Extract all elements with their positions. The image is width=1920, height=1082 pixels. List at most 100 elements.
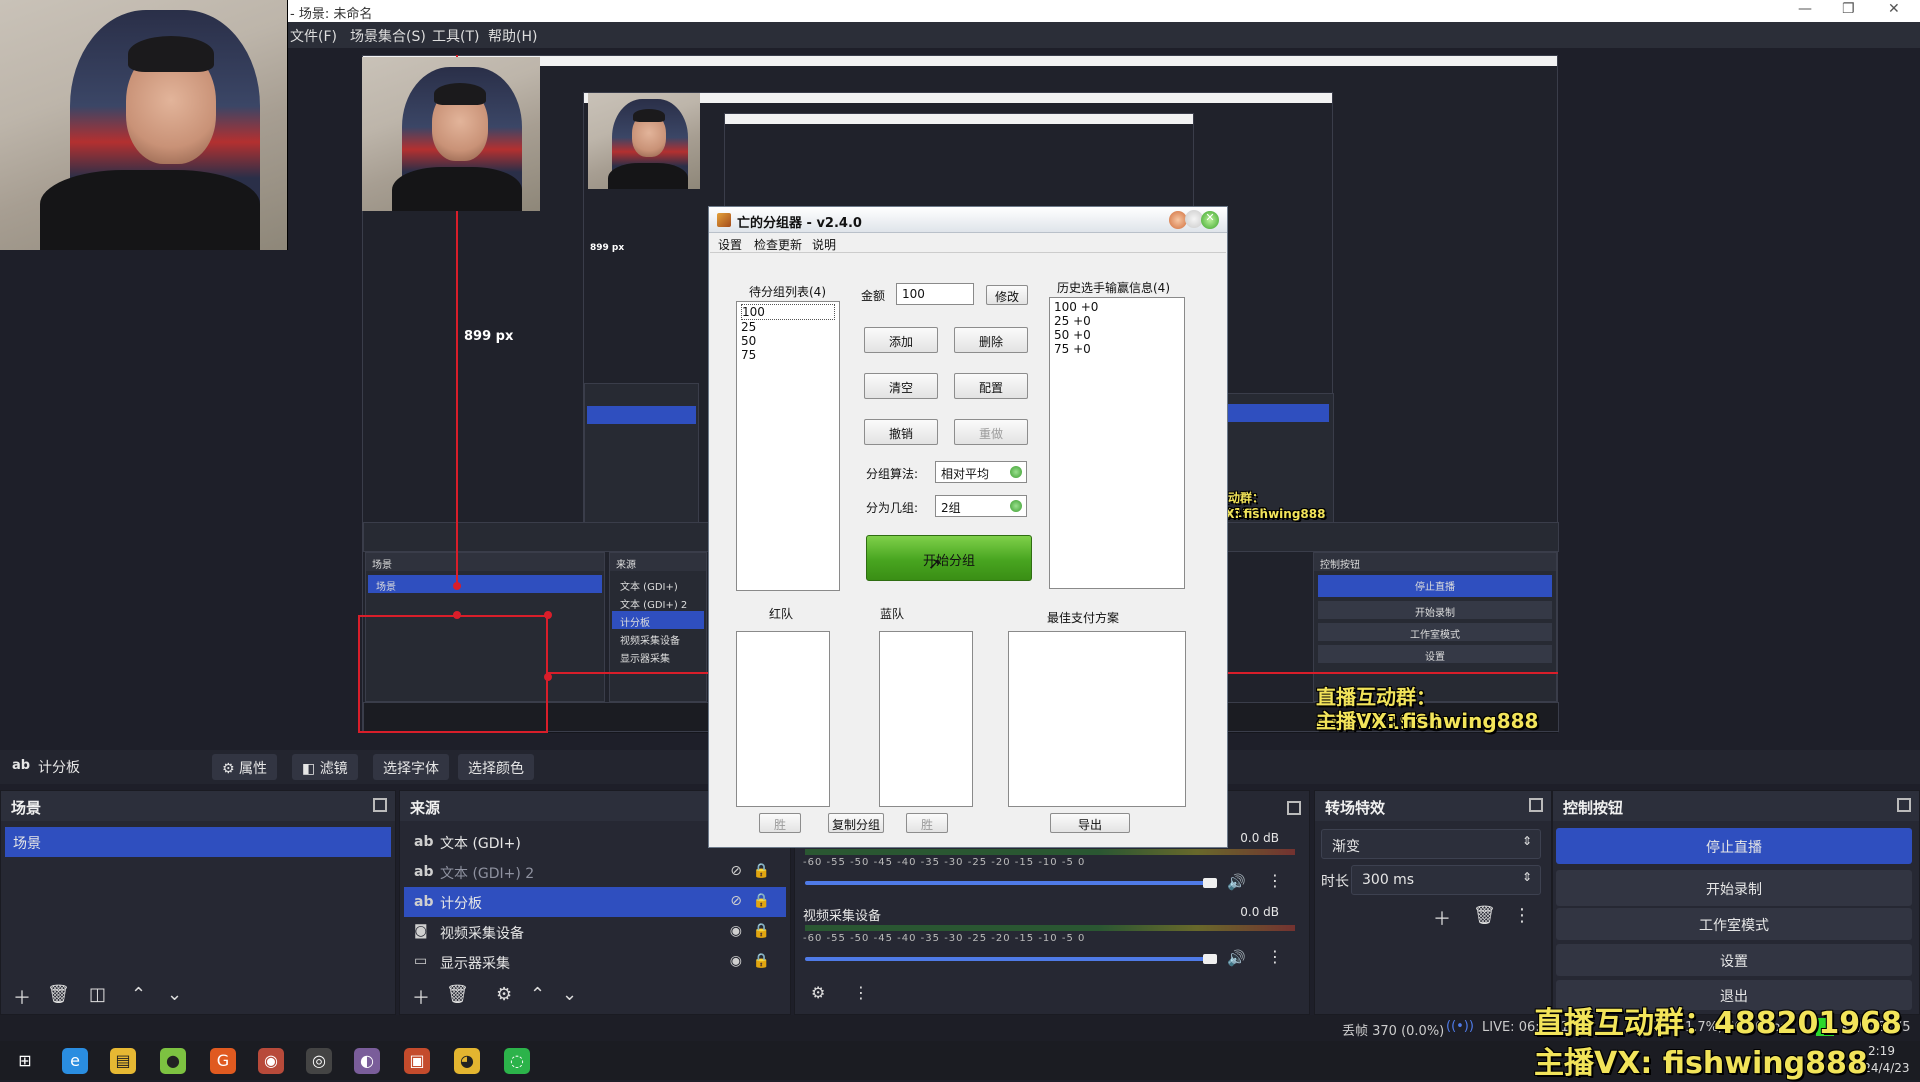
- pending-item[interactable]: 50: [741, 334, 835, 348]
- eye-off-icon[interactable]: ⊘: [730, 863, 742, 879]
- mixer-settings-icon[interactable]: ⚙: [811, 983, 825, 1002]
- history-item[interactable]: 75 +0: [1054, 342, 1180, 356]
- file-explorer-icon[interactable]: ▤: [110, 1048, 136, 1074]
- transition-menu-icon[interactable]: ⋮: [1513, 905, 1531, 926]
- pending-item[interactable]: 25: [741, 320, 835, 334]
- properties-button[interactable]: ⚙ 属性: [212, 754, 278, 780]
- filters-button[interactable]: ◧ 滤镜: [292, 754, 358, 780]
- delete-button[interactable]: 删除: [954, 327, 1028, 353]
- red-team-list[interactable]: [736, 631, 830, 807]
- source-settings-icon[interactable]: ⚙: [496, 984, 512, 1005]
- undock-icon[interactable]: [1897, 798, 1911, 812]
- clear-button[interactable]: 清空: [864, 373, 938, 399]
- algorithm-select[interactable]: 相对平均: [935, 461, 1027, 483]
- history-item[interactable]: 100 +0: [1054, 300, 1180, 314]
- undock-icon[interactable]: [373, 798, 387, 812]
- app-purple-icon[interactable]: ◐: [354, 1048, 380, 1074]
- select-font-button[interactable]: 选择字体: [373, 754, 449, 780]
- history-list[interactable]: 100 +0 25 +0 50 +0 75 +0: [1049, 297, 1185, 589]
- owl-app-icon[interactable]: ◕: [454, 1048, 480, 1074]
- speaker-icon[interactable]: 🔊: [1227, 873, 1246, 891]
- source-row[interactable]: ◙ 视频采集设备 ◉ 🔒: [404, 917, 786, 947]
- dialog-menu-update[interactable]: 检查更新: [754, 236, 802, 253]
- source-row[interactable]: ab 文本 (GDI+) 2 ⊘ 🔒: [404, 857, 786, 887]
- red-win-button[interactable]: 胜: [759, 813, 801, 833]
- add-transition-icon[interactable]: ＋: [1433, 905, 1451, 931]
- dialog-menu-settings[interactable]: 设置: [718, 236, 742, 253]
- transition-select[interactable]: 渐变 ⇕: [1321, 829, 1541, 859]
- lock-icon[interactable]: 🔒: [753, 893, 770, 909]
- studio-mode-button[interactable]: 工作室模式: [1556, 908, 1912, 940]
- blue-win-button[interactable]: 胜: [906, 813, 948, 833]
- move-down-icon[interactable]: ⌄: [167, 984, 182, 1005]
- mixer-menu-icon[interactable]: ⋮: [853, 983, 869, 1002]
- history-item[interactable]: 25 +0: [1054, 314, 1180, 328]
- stop-streaming-button[interactable]: 停止直播: [1556, 828, 1912, 864]
- redo-button[interactable]: 重做: [954, 419, 1028, 445]
- channel-1-volume-knob[interactable]: [1203, 878, 1217, 888]
- start-recording-button[interactable]: 开始录制: [1556, 870, 1912, 906]
- payment-plan-box[interactable]: [1008, 631, 1186, 807]
- windows-start-icon[interactable]: ⊞: [12, 1048, 38, 1074]
- app-g-icon[interactable]: G: [210, 1048, 236, 1074]
- modify-button[interactable]: 修改: [986, 285, 1028, 305]
- export-button[interactable]: 导出: [1050, 813, 1130, 833]
- speaker-icon[interactable]: 🔊: [1227, 949, 1246, 967]
- pending-item[interactable]: 100: [741, 304, 835, 320]
- app-game-icon[interactable]: ◉: [258, 1048, 284, 1074]
- menu-file[interactable]: 文件(F): [290, 26, 337, 46]
- eye-icon[interactable]: ◉: [730, 923, 742, 939]
- groups-select[interactable]: 2组: [935, 495, 1027, 517]
- minimize-button[interactable]: —: [1798, 1, 1812, 17]
- scene-item[interactable]: 场景: [5, 827, 391, 857]
- config-button[interactable]: 配置: [954, 373, 1028, 399]
- channel-1-volume-slider[interactable]: [805, 881, 1217, 885]
- add-scene-icon[interactable]: ＋: [13, 984, 31, 1010]
- dialog-menu-about[interactable]: 说明: [812, 236, 836, 253]
- source-row-selected[interactable]: ab 计分板 ⊘ 🔒: [404, 887, 786, 917]
- channel-1-menu-icon[interactable]: ⋮: [1267, 871, 1283, 890]
- duration-input[interactable]: 300 ms ⇕: [1351, 865, 1541, 895]
- channel-2-volume-slider[interactable]: [805, 957, 1217, 961]
- remove-scene-icon[interactable]: 🗑: [47, 984, 70, 1005]
- undo-button[interactable]: 撤销: [864, 419, 938, 445]
- menu-help[interactable]: 帮助(H): [488, 26, 537, 46]
- app-green-icon[interactable]: ●: [160, 1048, 186, 1074]
- close-button[interactable]: ✕: [1888, 1, 1900, 17]
- maximize-button[interactable]: ❐: [1842, 1, 1855, 17]
- undock-icon[interactable]: [1287, 801, 1301, 815]
- obs-icon[interactable]: ◎: [306, 1048, 332, 1074]
- source-row[interactable]: ▭ 显示器采集 ◉ 🔒: [404, 947, 786, 977]
- pending-item[interactable]: 75: [741, 348, 835, 362]
- start-grouping-button[interactable]: 开始分组: [866, 535, 1032, 581]
- add-source-icon[interactable]: ＋: [412, 984, 430, 1010]
- menu-scene-collection[interactable]: 场景集合(S): [350, 26, 426, 46]
- channel-2-volume-knob[interactable]: [1203, 954, 1217, 964]
- history-item[interactable]: 50 +0: [1054, 328, 1180, 342]
- menu-tools[interactable]: 工具(T): [432, 26, 479, 46]
- remove-source-icon[interactable]: 🗑: [446, 984, 469, 1005]
- amount-input[interactable]: 100: [896, 283, 974, 305]
- undock-icon[interactable]: [1529, 798, 1543, 812]
- lock-icon[interactable]: 🔒: [753, 953, 770, 969]
- close-dialog-icon[interactable]: ✕: [1201, 211, 1219, 229]
- add-button[interactable]: 添加: [864, 327, 938, 353]
- lock-icon[interactable]: 🔒: [753, 863, 770, 879]
- move-up-icon[interactable]: ⌃: [530, 984, 545, 1005]
- edge-browser-icon[interactable]: e: [62, 1048, 88, 1074]
- pending-list[interactable]: 100 25 50 75: [736, 301, 840, 591]
- copy-groups-button[interactable]: 复制分组: [828, 813, 884, 833]
- eye-icon[interactable]: ◉: [730, 953, 742, 969]
- lock-icon[interactable]: 🔒: [753, 923, 770, 939]
- move-down-icon[interactable]: ⌄: [562, 984, 577, 1005]
- settings-button[interactable]: 设置: [1556, 944, 1912, 976]
- move-up-icon[interactable]: ⌃: [131, 984, 146, 1005]
- select-color-button[interactable]: 选择颜色: [458, 754, 534, 780]
- eye-off-icon[interactable]: ⊘: [730, 893, 742, 909]
- scene-filters-icon[interactable]: ◫: [89, 984, 106, 1005]
- blue-team-list[interactable]: [879, 631, 973, 807]
- channel-2-menu-icon[interactable]: ⋮: [1267, 947, 1283, 966]
- grouper-app-icon[interactable]: ▣: [404, 1048, 430, 1074]
- remove-transition-icon[interactable]: 🗑: [1473, 905, 1496, 926]
- wechat-icon[interactable]: ◌: [504, 1048, 530, 1074]
